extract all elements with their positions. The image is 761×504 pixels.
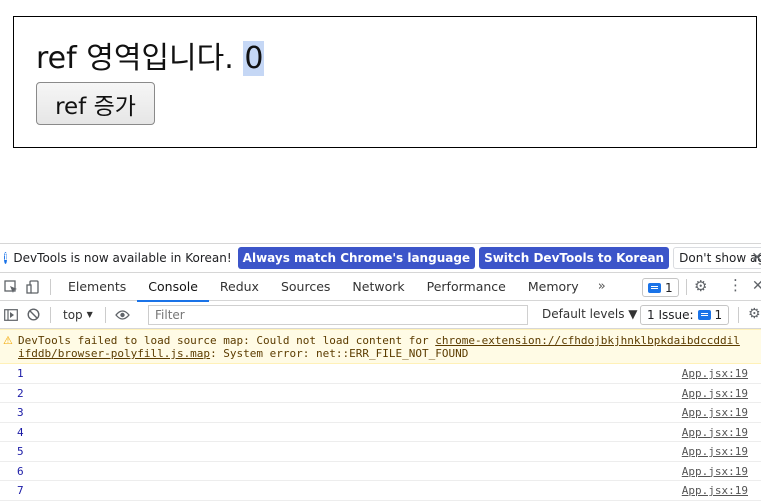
tab-sources[interactable]: Sources — [270, 273, 341, 301]
match-language-button[interactable]: Always match Chrome's language — [237, 247, 476, 269]
issues-count: 1 — [714, 308, 723, 322]
console-log-row: 2 App.jsx:19 — [0, 384, 761, 403]
more-tabs-icon[interactable]: » — [590, 279, 614, 294]
console-settings-gear-icon[interactable]: ⚙ — [748, 306, 761, 322]
console-warning: ⚠ DevTools failed to load source map: Co… — [0, 329, 761, 364]
inspect-element-icon[interactable] — [0, 276, 22, 298]
context-selector[interactable]: top ▼ — [57, 308, 99, 322]
ref-label: ref 영역입니다. — [36, 41, 244, 76]
log-source-link[interactable]: App.jsx:19 — [682, 465, 748, 478]
log-value: 5 — [17, 445, 24, 458]
tab-performance[interactable]: Performance — [416, 273, 517, 301]
console-log-row: 5 App.jsx:19 — [0, 442, 761, 462]
language-infobar: i DevTools is now available in Korean! A… — [0, 243, 761, 273]
log-levels-dropdown[interactable]: Default levels ▼ — [542, 307, 638, 321]
infobar-message: DevTools is now available in Korean! — [13, 251, 232, 265]
toolbar-divider — [104, 306, 106, 323]
source-map-link[interactable]: chrome-extension://cfhdojbkjhnklbpkdaibd… — [435, 334, 740, 347]
toolbar-divider — [50, 278, 51, 295]
ref-increase-button[interactable]: ref 증가 — [36, 82, 155, 125]
device-toolbar-icon[interactable] — [22, 276, 44, 298]
console-log-row: 3 App.jsx:19 — [0, 403, 761, 423]
sidebar-toggle-icon[interactable] — [0, 304, 22, 326]
tab-redux[interactable]: Redux — [209, 273, 270, 301]
toolbar-divider — [686, 279, 687, 295]
switch-korean-button[interactable]: Switch DevTools to Korean — [479, 247, 670, 269]
log-source-link[interactable]: App.jsx:19 — [682, 406, 748, 419]
log-value: 2 — [17, 386, 24, 400]
log-value: 1 — [17, 367, 24, 380]
tab-memory[interactable]: Memory — [517, 273, 590, 301]
devtools-tabbar: Elements Console Redux Sources Network P… — [0, 273, 761, 302]
messages-counter[interactable]: 1 — [642, 278, 679, 297]
dont-show-again-button[interactable]: Don't show again — [673, 247, 761, 269]
console-log-row: 7 App.jsx:19 — [0, 481, 761, 501]
dropdown-arrow-icon: ▼ — [86, 310, 93, 319]
context-value: top — [63, 307, 83, 322]
warning-message: DevTools failed to load source map: Coul… — [18, 334, 758, 360]
message-icon — [648, 282, 661, 293]
tab-console[interactable]: Console — [137, 273, 209, 302]
console-toolbar: top ▼ Filter Default levels ▼ 1 Issue: 1… — [0, 301, 761, 329]
filter-input[interactable]: Filter — [148, 305, 528, 325]
ref-text: ref 영역입니다. 0 — [36, 41, 265, 77]
log-source-link[interactable]: App.jsx:19 — [682, 484, 748, 497]
info-icon: i — [4, 252, 8, 264]
issue-icon — [697, 310, 711, 320]
settings-gear-icon[interactable]: ⚙ — [694, 277, 707, 295]
console-log-row: 4 App.jsx:19 — [0, 423, 761, 442]
warning-icon: ⚠ — [3, 334, 13, 347]
log-source-link[interactable]: App.jsx:19 — [682, 387, 748, 400]
close-devtools-icon[interactable]: ✕ — [752, 278, 761, 294]
console-log-row: 6 App.jsx:19 — [0, 462, 761, 481]
log-value: 7 — [17, 484, 24, 497]
tab-elements[interactable]: Elements — [57, 273, 137, 301]
warning-text-2: : System error: net::ERR_FILE_NOT_FOUND — [210, 347, 469, 360]
log-source-link[interactable]: App.jsx:19 — [682, 445, 748, 458]
console-log-row: 1 App.jsx:19 — [0, 364, 761, 384]
app-container: ref 영역입니다. 0 ref 증가 — [13, 16, 757, 148]
log-value: 4 — [17, 425, 24, 439]
eye-icon[interactable] — [112, 304, 134, 326]
source-map-link-cont[interactable]: ifddb/browser-polyfill.js.map — [18, 347, 210, 360]
log-value: 6 — [17, 464, 24, 478]
more-options-icon[interactable]: ⋮ — [728, 276, 743, 294]
tab-network[interactable]: Network — [341, 273, 415, 301]
log-source-link[interactable]: App.jsx:19 — [682, 367, 748, 380]
ref-value: 0 — [243, 41, 265, 76]
log-source-link[interactable]: App.jsx:19 — [682, 426, 748, 439]
clear-console-icon[interactable] — [22, 304, 44, 326]
devtools-panel: i DevTools is now available in Korean! A… — [0, 243, 761, 504]
toolbar-divider — [50, 306, 51, 323]
log-value: 3 — [17, 406, 24, 419]
toolbar-divider — [738, 307, 739, 323]
close-icon[interactable]: ✕ — [751, 250, 761, 266]
issues-label: 1 Issue: — [647, 308, 694, 322]
warning-text-1: DevTools failed to load source map: Coul… — [18, 334, 436, 347]
issues-button[interactable]: 1 Issue: 1 — [640, 305, 730, 325]
messages-count: 1 — [665, 280, 673, 295]
